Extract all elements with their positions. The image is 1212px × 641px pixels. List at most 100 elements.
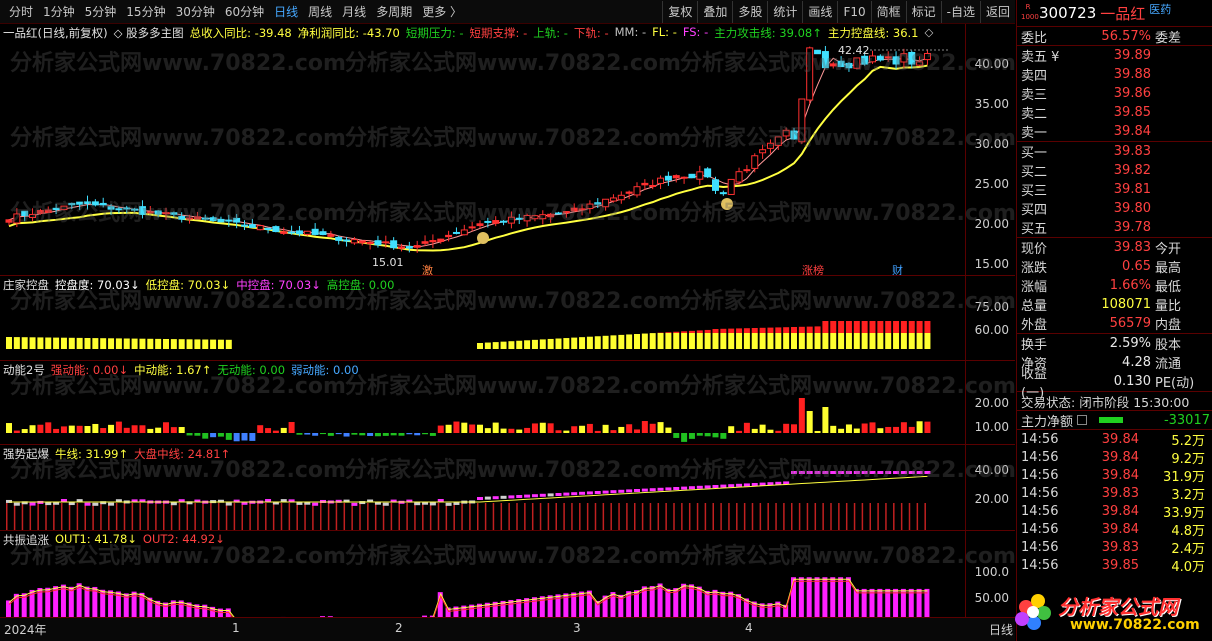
candle-body[interactable] <box>507 216 515 224</box>
legend-item[interactable]: 总收入同比: -39.48 <box>190 25 292 41</box>
legend-item[interactable]: 弱动能: 0.00 <box>291 362 359 378</box>
candle-body[interactable] <box>280 231 288 234</box>
candle-body[interactable] <box>633 186 641 196</box>
candle-body[interactable] <box>476 223 484 227</box>
candle-body[interactable] <box>162 212 170 215</box>
candle-body[interactable] <box>900 53 908 63</box>
toolbar-button[interactable]: F10 <box>837 0 870 23</box>
legend-item[interactable]: 净利润同比: -43.70 <box>298 25 400 41</box>
candle-body[interactable] <box>343 239 351 242</box>
legend-item[interactable]: 动能2号 <box>3 362 45 378</box>
legend-item[interactable]: 强势起爆 <box>3 446 49 462</box>
candle-body[interactable] <box>295 230 303 235</box>
control-panel[interactable]: 庄家控盘 控盘度: 70.03↓ 低控盘: 70.03↓ 中控盘: 70.03↓ 高控盘… <box>0 276 1015 361</box>
candle-body[interactable] <box>429 240 437 243</box>
toolbar-button[interactable]: 返回 <box>979 0 1015 23</box>
candle-body[interactable] <box>445 234 453 238</box>
legend-item[interactable]: 庄家控盘 <box>3 277 49 293</box>
candle-body[interactable] <box>437 238 445 242</box>
period-tab[interactable]: 5分钟 <box>80 3 122 20</box>
sell-level[interactable]: 卖二 39.85 <box>1017 103 1212 122</box>
buy-level[interactable]: 买二 39.82 <box>1017 161 1212 180</box>
event-marker[interactable]: 涨榜 <box>802 263 824 276</box>
toolbar-button[interactable]: 画线 <box>802 0 837 23</box>
legend-item[interactable]: 中动能: 1.67↑ <box>134 362 211 378</box>
candle-body[interactable] <box>735 171 743 183</box>
period-tab[interactable]: 日线 <box>269 3 303 20</box>
candle-body[interactable] <box>680 176 688 179</box>
period-tab[interactable]: 15分钟 <box>121 3 170 20</box>
candle-body[interactable] <box>555 212 562 215</box>
stock-code[interactable]: 300723 <box>1039 4 1096 22</box>
stock-sector[interactable]: 医药 <box>1149 1 1171 17</box>
candle-body[interactable] <box>664 175 672 181</box>
candle-body[interactable] <box>5 219 13 223</box>
candle-body[interactable] <box>382 241 390 244</box>
legend-item[interactable]: 下轨: - <box>574 25 609 41</box>
candle-body[interactable] <box>570 207 578 212</box>
candle-body[interactable] <box>390 240 398 249</box>
legend-item[interactable]: 大盘中线: 24.81↑ <box>134 446 230 462</box>
legend-item[interactable]: FL: - <box>652 25 677 41</box>
candle-body[interactable] <box>91 201 99 206</box>
candle-body[interactable] <box>350 239 358 244</box>
legend-item[interactable]: 高控盘: 0.00 <box>327 277 395 293</box>
candle-body[interactable] <box>688 173 696 179</box>
candle-body[interactable] <box>719 192 727 195</box>
candle-body[interactable] <box>405 246 413 249</box>
candle-body[interactable] <box>366 241 374 245</box>
candle-body[interactable] <box>413 245 421 248</box>
candle-body[interactable] <box>649 184 657 187</box>
legend-item[interactable]: 控盘度: 70.03↓ <box>55 277 140 293</box>
candle-body[interactable] <box>562 211 570 214</box>
candle-body[interactable] <box>398 246 405 249</box>
candle-body[interactable] <box>186 217 194 220</box>
chart-area[interactable]: 一品红(日线,前复权) ◇ 股多多主图 总收入同比: -39.48 净利润同比: -4… <box>0 24 1016 617</box>
candle-body[interactable] <box>782 129 790 137</box>
candle-body[interactable] <box>76 201 84 205</box>
toolbar-button[interactable]: 复权 <box>662 0 697 23</box>
candle-body[interactable] <box>452 231 460 234</box>
legend-item[interactable]: 主力攻击线: 39.08↑ <box>714 25 822 41</box>
candle-body[interactable] <box>845 62 853 69</box>
sell-level[interactable]: 卖一 39.84 <box>1017 122 1212 141</box>
candle-body[interactable] <box>138 206 146 215</box>
candle-body[interactable] <box>586 203 594 210</box>
buy-level[interactable]: 买三 39.81 <box>1017 180 1212 199</box>
candle-body[interactable] <box>515 217 523 220</box>
candle-body[interactable] <box>335 236 343 241</box>
candle-body[interactable] <box>672 175 680 179</box>
candle-body[interactable] <box>264 227 272 230</box>
legend-item[interactable]: MM: - <box>615 25 647 41</box>
toolbar-button[interactable]: 多股 <box>732 0 767 23</box>
momentum-panel[interactable]: 动能2号 强动能: 0.00↓ 中动能: 1.67↑ 无动能: 0.00 弱动能: 0.… <box>0 361 1015 445</box>
legend-item[interactable]: OUT2: 44.92↓ <box>143 532 225 548</box>
candle-body[interactable] <box>594 202 602 205</box>
candle-body[interactable] <box>861 55 869 65</box>
buy-level[interactable]: 买四 39.80 <box>1017 199 1212 218</box>
period-tab[interactable]: 30分钟 <box>171 3 220 20</box>
breakout-panel[interactable]: 强势起爆 牛线: 31.99↑ 大盘中线: 24.81↑ 40.00 20.00 <box>0 445 1015 531</box>
candle-body[interactable] <box>837 60 845 68</box>
coin-icon[interactable] <box>721 198 733 210</box>
period-tab[interactable]: 多周期 <box>371 3 417 20</box>
candle-body[interactable] <box>374 240 382 246</box>
legend-item[interactable]: 牛线: 31.99↑ <box>55 446 128 462</box>
event-marker[interactable]: 激 <box>422 263 433 276</box>
candle-body[interactable] <box>814 49 822 55</box>
candle-body[interactable] <box>821 51 829 69</box>
candle-body[interactable] <box>327 234 335 237</box>
candle-body[interactable] <box>916 61 924 66</box>
candle-body[interactable] <box>131 208 139 211</box>
legend-item[interactable]: ◇ <box>924 25 933 41</box>
candle-body[interactable] <box>311 228 319 235</box>
candle-body[interactable] <box>358 240 366 244</box>
sell-level[interactable]: 卖三 39.86 <box>1017 84 1212 103</box>
candle-body[interactable] <box>876 55 884 61</box>
candle-body[interactable] <box>790 130 798 140</box>
candle-body[interactable] <box>256 225 264 231</box>
candle-body[interactable] <box>806 47 814 101</box>
candle-body[interactable] <box>84 201 91 205</box>
legend-item[interactable]: 低控盘: 70.03↓ <box>146 277 231 293</box>
candle-body[interactable] <box>460 229 468 236</box>
